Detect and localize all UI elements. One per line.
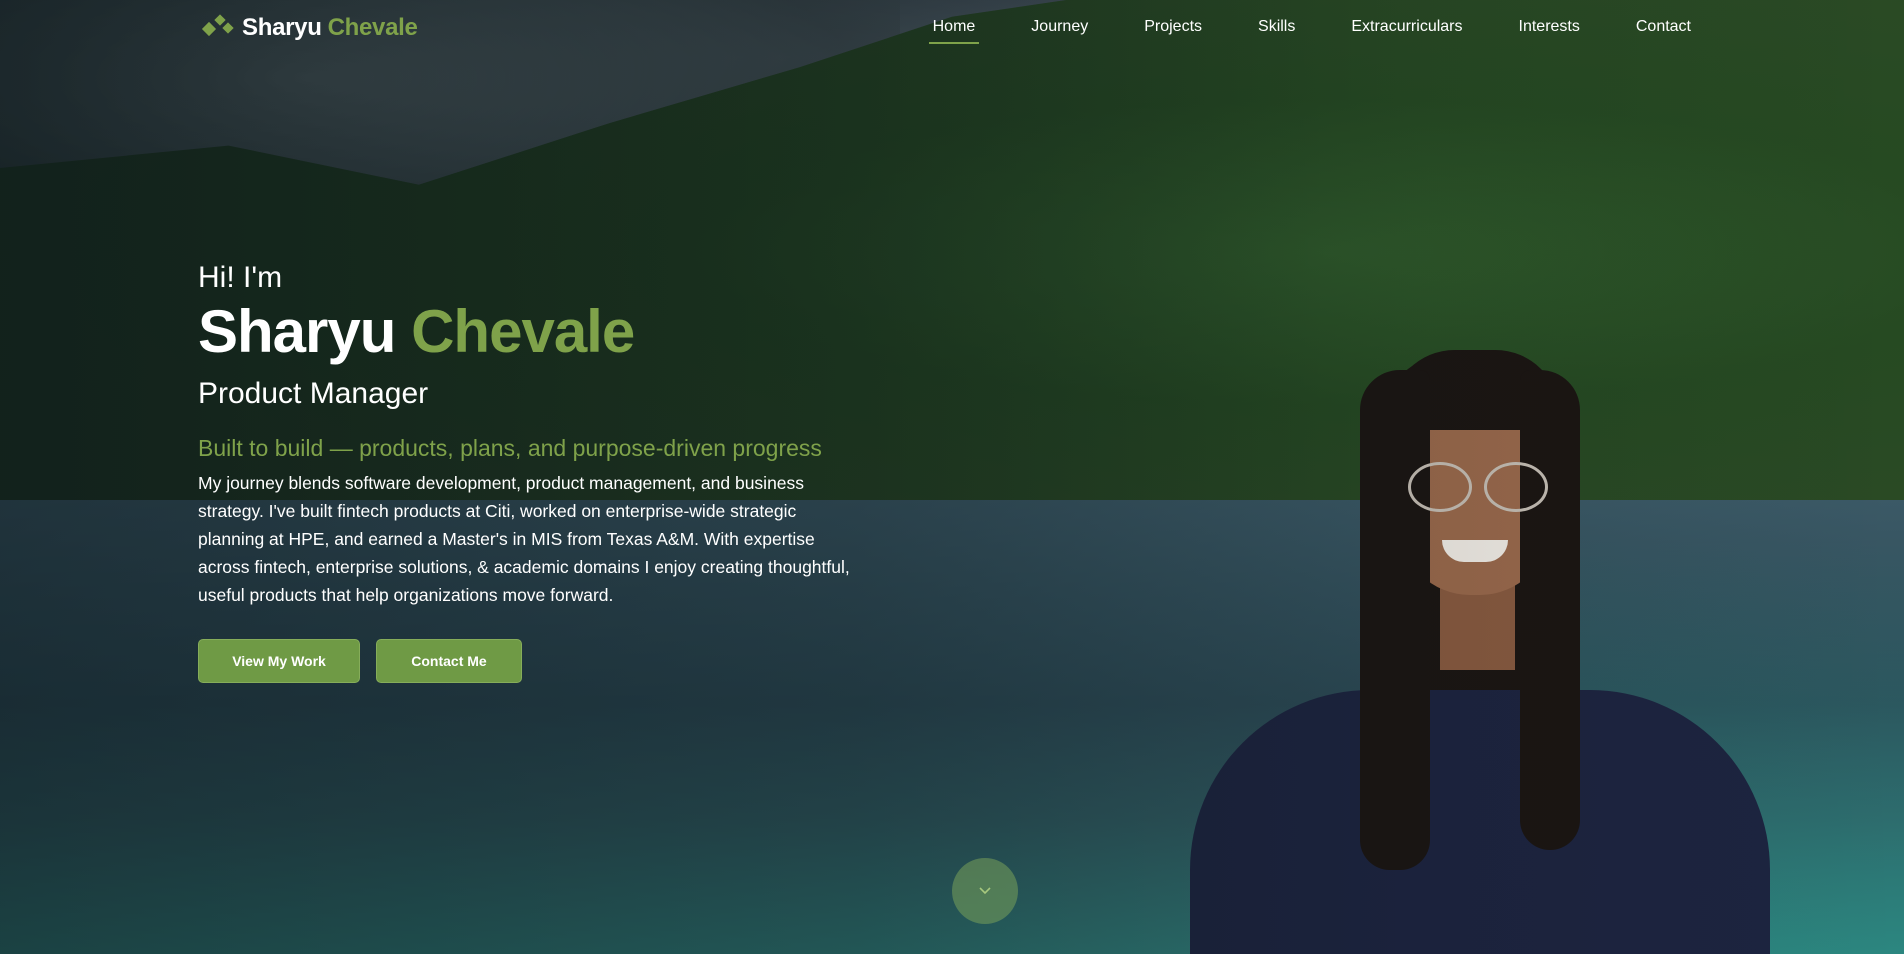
nav-item-contact[interactable]: Contact <box>1636 18 1691 42</box>
hero-name: Sharyu Chevale <box>198 298 898 366</box>
top-navbar: Sharyu Chevale Home Journey Projects Ski… <box>0 0 1904 56</box>
nav-item-journey[interactable]: Journey <box>1031 18 1088 42</box>
view-my-work-button[interactable]: View My Work <box>198 639 360 683</box>
hero-tagline: Built to build — products, plans, and pu… <box>198 435 822 461</box>
nav-item-extracurriculars[interactable]: Extracurriculars <box>1351 18 1462 42</box>
hero-first-name: Sharyu <box>198 298 396 365</box>
nav-item-home[interactable]: Home <box>928 18 979 44</box>
nav-item-skills[interactable]: Skills <box>1258 18 1295 42</box>
chevron-down-icon <box>979 887 991 895</box>
logo-first-name: Sharyu <box>242 14 322 41</box>
scroll-down-button[interactable] <box>952 858 1018 924</box>
contact-me-button[interactable]: Contact Me <box>376 639 522 683</box>
nav-item-interests[interactable]: Interests <box>1519 18 1580 42</box>
diamond-sparkle-icon <box>200 14 236 42</box>
hero-bio: My journey blends software development, … <box>198 473 850 605</box>
nav-menu: Home Journey Projects Skills Extracurric… <box>928 18 1691 44</box>
logo-last-name: Chevale <box>327 14 418 41</box>
hero-role: Product Manager <box>198 377 429 410</box>
hero-last-name: Chevale <box>411 298 635 365</box>
hero-section: Sharyu Chevale Home Journey Projects Ski… <box>0 0 1904 954</box>
hero-buttons: View My Work Contact Me <box>198 639 898 683</box>
site-logo[interactable]: Sharyu Chevale <box>200 13 418 43</box>
nav-item-projects[interactable]: Projects <box>1144 18 1202 42</box>
hero-greeting: Hi! I'm <box>198 261 283 294</box>
hero-intro: Hi! I'm Sharyu Chevale Product Manager B… <box>198 260 898 683</box>
